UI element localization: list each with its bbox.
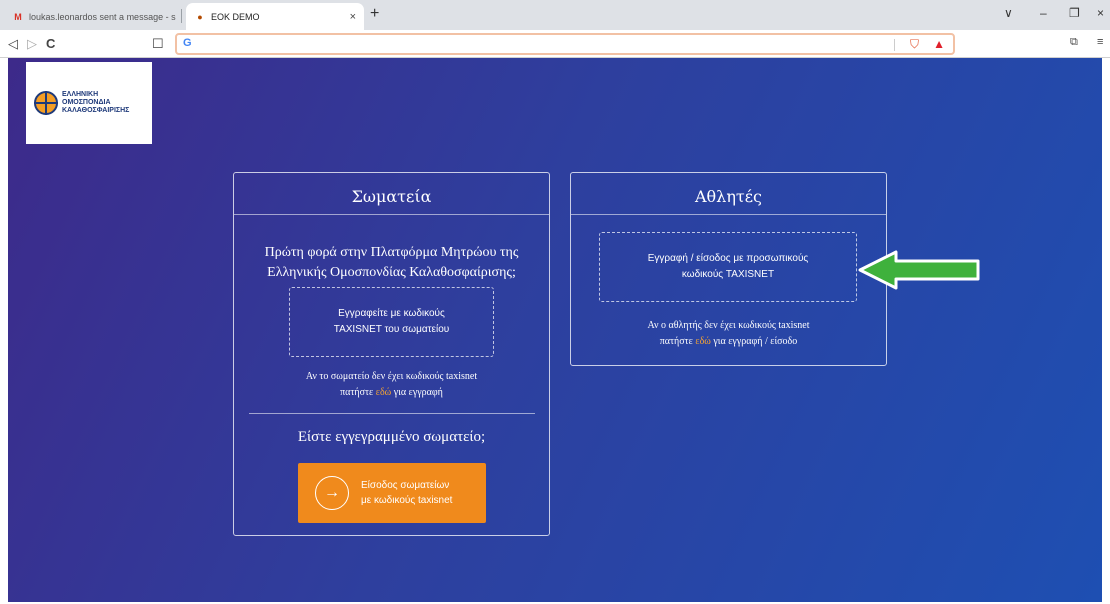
login-line: με κωδικούς taxisnet bbox=[361, 495, 453, 506]
tab-title: loukas.leonardos sent a message - sar bbox=[29, 11, 176, 22]
note-line: Αν το σωματείο δεν έχει κωδικούς taxisne… bbox=[305, 371, 478, 382]
registered-question: Είστε εγγεγραμμένο σωματείο; bbox=[297, 429, 486, 445]
clubs-here-link[interactable]: εδώ bbox=[376, 387, 392, 398]
register-line: κωδικούς TAXISNET bbox=[681, 269, 775, 280]
tab-gmail[interactable]: M loukas.leonardos sent a message - sar bbox=[4, 3, 184, 30]
clubs-taxisnet-register-button[interactable]: Εγγραφείτε με κωδικούς TAXISNET του σωμα… bbox=[289, 287, 494, 357]
restore-button[interactable]: ❐ bbox=[1069, 6, 1080, 20]
minimize-button[interactable]: – bbox=[1040, 6, 1047, 20]
clubs-title: Σωματεία bbox=[351, 187, 432, 206]
gmail-icon: M bbox=[14, 11, 22, 22]
athletes-note: Αν ο αθλητής δεν έχει κωδικούς taxisnet … bbox=[571, 318, 886, 350]
arrow-right-icon: → bbox=[315, 476, 349, 510]
clubs-intro: Πρώτη φορά στην Πλατφόρμα Μητρώου της Ελ… bbox=[264, 245, 519, 280]
clubs-card: Σωματεία Πρώτη φορά στην Πλατφόρμα Μητρώ… bbox=[233, 172, 550, 536]
register-line: Εγγραφή / είσοδος με προσωπικούς bbox=[647, 253, 809, 264]
login-label: Είσοδος σωματείων με κωδικούς taxisnet bbox=[361, 478, 452, 508]
tab-bar: M loukas.leonardos sent a message - sar … bbox=[0, 0, 1110, 30]
clubs-note: Αν το σωματείο δεν έχει κωδικούς taxisne… bbox=[234, 369, 549, 401]
address-separator bbox=[894, 39, 895, 51]
wallet-icon[interactable]: ⧉ bbox=[1070, 36, 1078, 49]
google-icon: G bbox=[183, 37, 192, 49]
note-text: πατήστε bbox=[659, 336, 696, 347]
athletes-here-link[interactable]: εδώ bbox=[695, 336, 711, 347]
register-line: TAXISNET του σωματείου bbox=[333, 324, 450, 335]
close-window-button[interactable]: × bbox=[1097, 6, 1104, 20]
back-button[interactable]: ◁ bbox=[8, 36, 18, 52]
title-divider bbox=[571, 214, 886, 215]
tab-close-icon[interactable]: × bbox=[350, 11, 356, 23]
logo-text: ΕΛΛΗΝΙΚΗ ΟΜΟΣΠΟΝΔΙΑ ΚΑΛΑΘΟΣΦΑΙΡΙΣΗΣ bbox=[62, 91, 129, 115]
green-arrow-icon bbox=[858, 250, 980, 290]
tab-title: ΕΟΚ DEMO bbox=[211, 11, 260, 22]
new-tab-button[interactable]: + bbox=[370, 5, 379, 23]
brave-shield-icon[interactable]: ⛉ bbox=[910, 37, 919, 52]
tab-eok-demo[interactable]: ● ΕΟΚ DEMO × bbox=[186, 3, 364, 30]
page-content: ΕΛΛΗΝΙΚΗ ΟΜΟΣΠΟΝΔΙΑ ΚΑΛΑΘΟΣΦΑΙΡΙΣΗΣ Σωμα… bbox=[8, 58, 1102, 602]
athletes-taxisnet-button[interactable]: Εγγραφή / είσοδος με προσωπικούς κωδικού… bbox=[599, 232, 857, 302]
forward-button[interactable]: ▷ bbox=[27, 36, 37, 52]
note-text: για εγγραφή / είσοδο bbox=[710, 336, 798, 347]
basketball-icon bbox=[34, 91, 58, 115]
note-text: για εγγραφή bbox=[391, 387, 443, 398]
eok-logo[interactable]: ΕΛΛΗΝΙΚΗ ΟΜΟΣΠΟΝΔΙΑ ΚΑΛΑΘΟΣΦΑΙΡΙΣΗΣ bbox=[26, 62, 152, 144]
athletes-title: Αθλητές bbox=[694, 187, 762, 206]
menu-icon[interactable]: ≡ bbox=[1097, 36, 1103, 48]
register-line: Εγγραφείτε με κωδικούς bbox=[338, 308, 445, 319]
bookmark-icon[interactable]: ☐ bbox=[152, 36, 164, 52]
logo-line: ΚΑΛΑΘΟΣΦΑΙΡΙΣΗΣ bbox=[62, 107, 130, 114]
note-line: Αν ο αθλητής δεν έχει κωδικούς taxisnet bbox=[647, 320, 810, 331]
eok-favicon-icon: ● bbox=[197, 11, 203, 22]
athletes-card: Αθλητές Εγγραφή / είσοδος με προσωπικούς… bbox=[570, 172, 887, 366]
tab-separator bbox=[181, 9, 182, 23]
tab-search-icon[interactable]: ∨ bbox=[1004, 6, 1013, 20]
address-bar[interactable]: G ⛉ ▲ bbox=[175, 33, 955, 55]
clubs-login-button[interactable]: → Είσοδος σωματείων με κωδικούς taxisnet bbox=[298, 463, 486, 523]
note-text: πατήστε bbox=[340, 387, 376, 398]
title-divider bbox=[234, 214, 549, 215]
logo-line: ΟΜΟΣΠΟΝΔΙΑ bbox=[62, 99, 111, 106]
logo-line: ΕΛΛΗΝΙΚΗ bbox=[62, 91, 99, 98]
login-line: Είσοδος σωματείων bbox=[361, 480, 450, 491]
reload-button[interactable]: C bbox=[46, 36, 55, 51]
brave-rewards-icon[interactable]: ▲ bbox=[933, 37, 945, 51]
navigation-bar: ◁ ▷ C ☐ G ⛉ ▲ ⧉ ≡ bbox=[0, 30, 1110, 58]
section-divider bbox=[249, 413, 535, 414]
